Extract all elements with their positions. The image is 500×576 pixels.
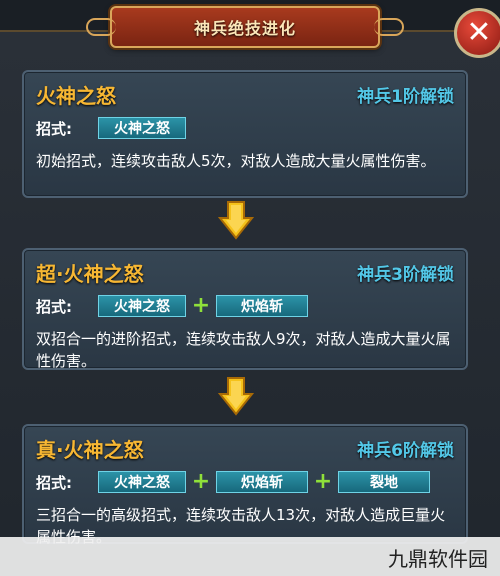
move-chip[interactable]: 火神之怒: [98, 295, 186, 317]
skill-header: 火神之怒 神兵1阶解锁: [36, 80, 454, 110]
close-button[interactable]: ✕: [454, 8, 500, 58]
skill-description: 初始招式，连续攻击敌人5次，对敌人造成大量火属性伤害。: [36, 152, 436, 170]
unlock-requirement: 神兵6阶解锁: [357, 441, 454, 461]
move-row: 招式: 火神之怒 + 炽焰斩 + 裂地: [36, 470, 430, 494]
move-chip[interactable]: 火神之怒: [98, 471, 186, 493]
plus-icon: +: [313, 469, 333, 494]
move-label: 招式:: [36, 473, 72, 492]
watermark-bar: 九鼎软件园: [0, 537, 500, 576]
skill-description: 双招合一的进阶招式，连续攻击敌人9次，对敌人造成大量火属性伤害。: [36, 330, 451, 370]
banner-ornament-left: [86, 18, 116, 36]
plus-icon: +: [191, 293, 211, 318]
move-chip[interactable]: 裂地: [338, 471, 430, 493]
move-label: 招式:: [36, 119, 72, 138]
plus-icon: +: [191, 469, 211, 494]
move-chip[interactable]: 炽焰斩: [216, 471, 308, 493]
unlock-requirement: 神兵3阶解锁: [357, 265, 454, 285]
move-row: 招式: 火神之怒 + 炽焰斩: [36, 294, 308, 318]
move-row: 招式: 火神之怒: [36, 116, 186, 140]
watermark-text: 九鼎软件园: [388, 547, 488, 571]
evolve-arrow-icon: [218, 377, 254, 416]
skill-name: 真·火神之怒: [36, 438, 144, 462]
title-banner: 神兵绝技进化: [86, 6, 404, 48]
dialog-title: 神兵绝技进化: [193, 19, 296, 38]
move-chip[interactable]: 火神之怒: [98, 117, 186, 139]
skill-panel-tier-3: 真·火神之怒 神兵6阶解锁 招式: 火神之怒 + 炽焰斩 + 裂地 三招合一的高…: [22, 424, 468, 546]
evolve-arrow-icon: [218, 201, 254, 240]
banner-ornament-right: [374, 18, 404, 36]
skill-header: 真·火神之怒 神兵6阶解锁: [36, 434, 454, 464]
unlock-requirement: 神兵1阶解锁: [357, 87, 454, 107]
skill-name: 火神之怒: [36, 84, 116, 108]
skill-header: 超·火神之怒 神兵3阶解锁: [36, 258, 454, 288]
close-icon: ✕: [466, 15, 492, 50]
skill-panel-tier-2: 超·火神之怒 神兵3阶解锁 招式: 火神之怒 + 炽焰斩 双招合一的进阶招式，连…: [22, 248, 468, 370]
move-chip[interactable]: 炽焰斩: [216, 295, 308, 317]
move-label: 招式:: [36, 297, 72, 316]
skill-name: 超·火神之怒: [36, 262, 144, 286]
skill-panel-tier-1: 火神之怒 神兵1阶解锁 招式: 火神之怒 初始招式，连续攻击敌人5次，对敌人造成…: [22, 70, 468, 198]
